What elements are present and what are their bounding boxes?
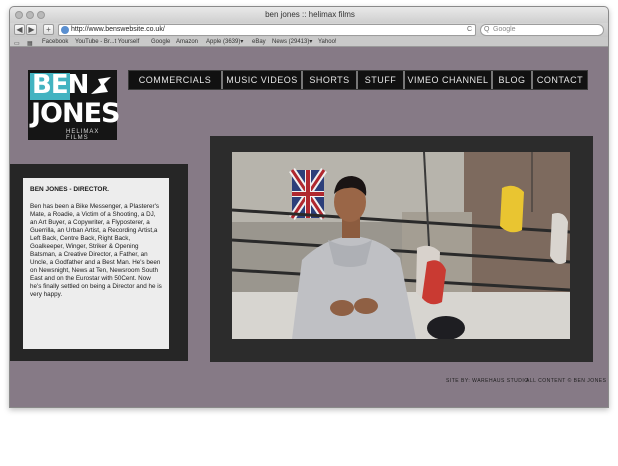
video-player[interactable] [232,152,570,339]
add-bookmark-button[interactable]: + [43,24,54,35]
video-frame [210,136,593,362]
footer-site-credit[interactable]: SITE BY: WAREHAUS STUDIO [446,378,529,384]
bio-card: BEN JONES - DIRECTOR. Ben has been a Bik… [23,178,169,349]
browser-window: ben jones :: helimax films ◀ ▶ + http://… [9,6,609,408]
book-icon[interactable]: ▭ [14,39,20,49]
bio-heading: BEN JONES - DIRECTOR. [30,186,109,193]
bookmark-yahoo[interactable]: Yahoo! [318,37,337,47]
grid-icon[interactable]: ▦ [27,39,33,49]
bird-icon [91,77,111,94]
site-logo[interactable]: BEN JONES HELIMAX FILMS [28,70,120,141]
bio-frame: BEN JONES - DIRECTOR. Ben has been a Bik… [10,164,188,361]
search-placeholder: Google [493,26,516,33]
nav-music-videos[interactable]: MUSIC VIDEOS [223,71,303,89]
nav-stuff[interactable]: STUFF [358,71,405,89]
nav-shorts[interactable]: SHORTS [303,71,358,89]
search-icon: Q [484,26,490,33]
window-title: ben jones :: helimax films [265,10,355,19]
back-button[interactable]: ◀ [14,24,25,35]
nav-contact[interactable]: CONTACT [533,71,587,89]
reload-icon[interactable]: C [467,25,472,35]
bookmark-ebay[interactable]: eBay [252,37,266,47]
nav-blog[interactable]: BLOG [493,71,533,89]
video-still [232,152,570,339]
url-text: http://www.benswebsite.co.uk/ [71,26,165,33]
bookmark-facebook[interactable]: Facebook [42,37,68,47]
bookmark-apple[interactable]: Apple (3639)▾ [206,37,243,47]
address-bar[interactable]: http://www.benswebsite.co.uk/ C [58,24,476,36]
bookmark-google[interactable]: Google [151,37,170,47]
nav-vimeo-channel[interactable]: VIMEO CHANNEL [405,71,493,89]
bookmark-news[interactable]: News (29413)▾ [272,37,312,47]
browser-toolbar: ◀ ▶ + http://www.benswebsite.co.uk/ C Q … [10,23,608,37]
bookmarks-bar: ▭ ▦ Facebook YouTube - Br...t Yourself G… [10,37,608,49]
footer-copyright: ALL CONTENT © BEN JONES [526,378,607,384]
bio-text: Ben has been a Bike Messenger, a Plaster… [30,203,162,298]
logo-tagline: HELIMAX FILMS [66,129,100,141]
bookmark-amazon[interactable]: Amazon [176,37,198,47]
main-navigation: COMMERCIALS MUSIC VIDEOS SHORTS STUFF VI… [128,70,588,90]
title-bar: ben jones :: helimax films [10,7,608,23]
logo-text-jones: JONES [31,98,120,129]
search-input[interactable]: Q Google [480,24,604,36]
nav-commercials[interactable]: COMMERCIALS [129,71,223,89]
globe-icon [61,26,69,34]
bookmark-youtube[interactable]: YouTube - Br...t Yourself [75,37,139,47]
logo-text-ben: BEN [32,70,89,100]
forward-button[interactable]: ▶ [26,24,37,35]
